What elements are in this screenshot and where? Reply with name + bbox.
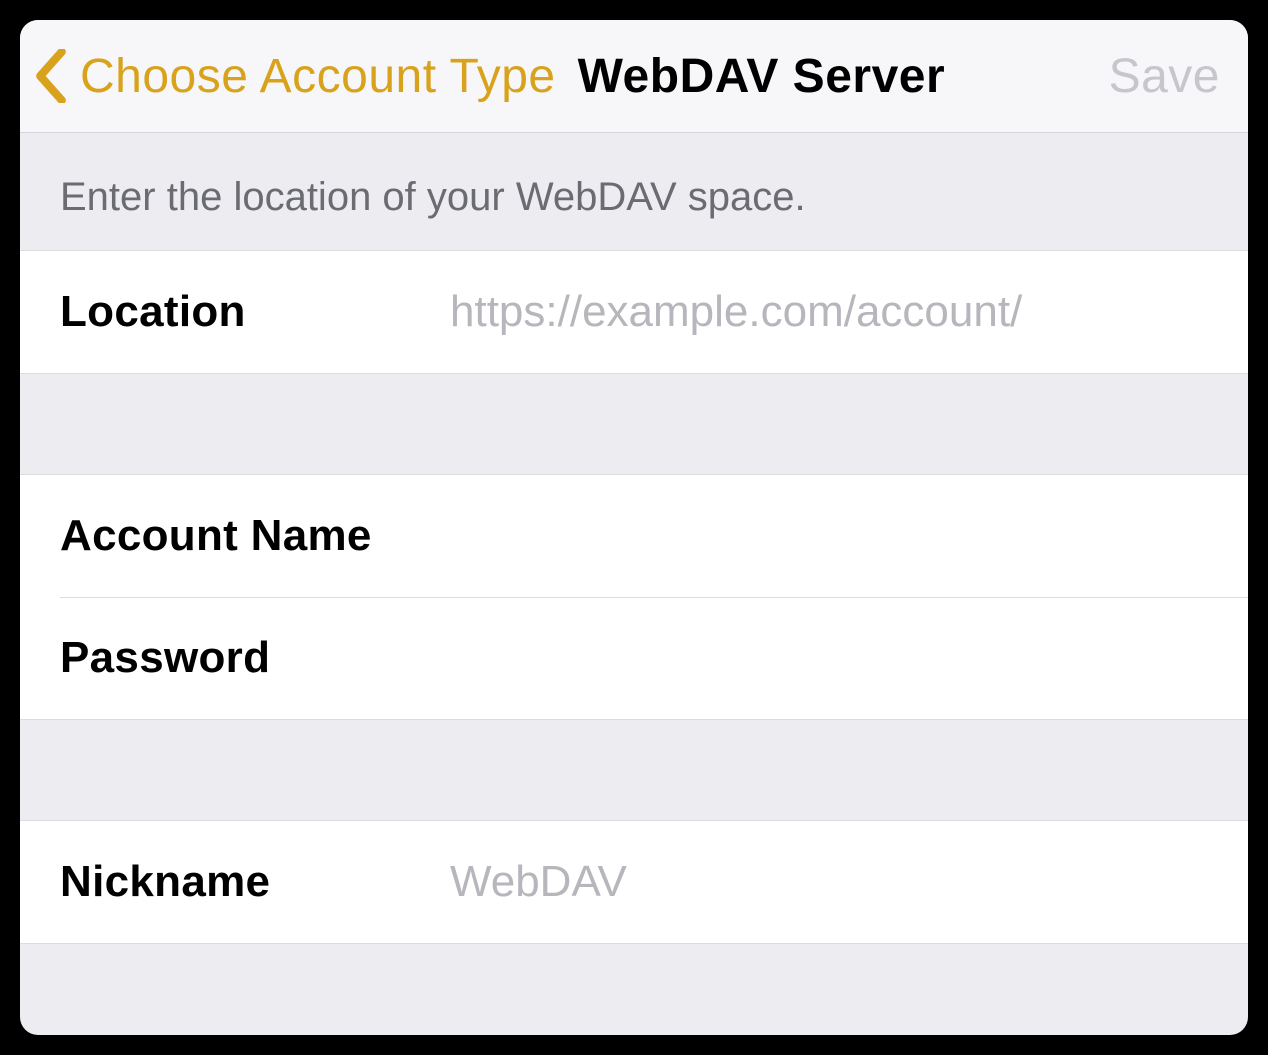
section-header-location: Enter the location of your WebDAV space. [20,133,1248,250]
nickname-input[interactable] [450,849,1208,915]
back-button[interactable]: Choose Account Type [34,49,556,104]
screen: Choose Account Type WebDAV Server Save E… [20,20,1248,1035]
group-credentials: Account Name Password [20,474,1248,720]
label-nickname: Nickname [60,857,450,907]
label-account-name: Account Name [60,511,450,561]
group-gap [20,720,1248,820]
row-account-name[interactable]: Account Name [20,475,1248,597]
account-name-input[interactable] [450,503,1208,569]
back-button-label: Choose Account Type [80,49,556,104]
group-gap [20,374,1248,474]
label-password: Password [60,633,450,683]
chevron-left-icon [34,49,68,103]
label-location: Location [60,287,450,337]
page-title: WebDAV Server [578,49,946,104]
group-location: Location [20,250,1248,374]
nav-bar: Choose Account Type WebDAV Server Save [20,20,1248,133]
location-input[interactable] [450,279,1208,345]
row-password[interactable]: Password [20,597,1248,719]
password-input[interactable] [450,625,1208,691]
group-nickname: Nickname [20,820,1248,944]
row-location[interactable]: Location [20,251,1248,373]
row-nickname[interactable]: Nickname [20,821,1248,943]
save-button[interactable]: Save [1109,49,1220,104]
